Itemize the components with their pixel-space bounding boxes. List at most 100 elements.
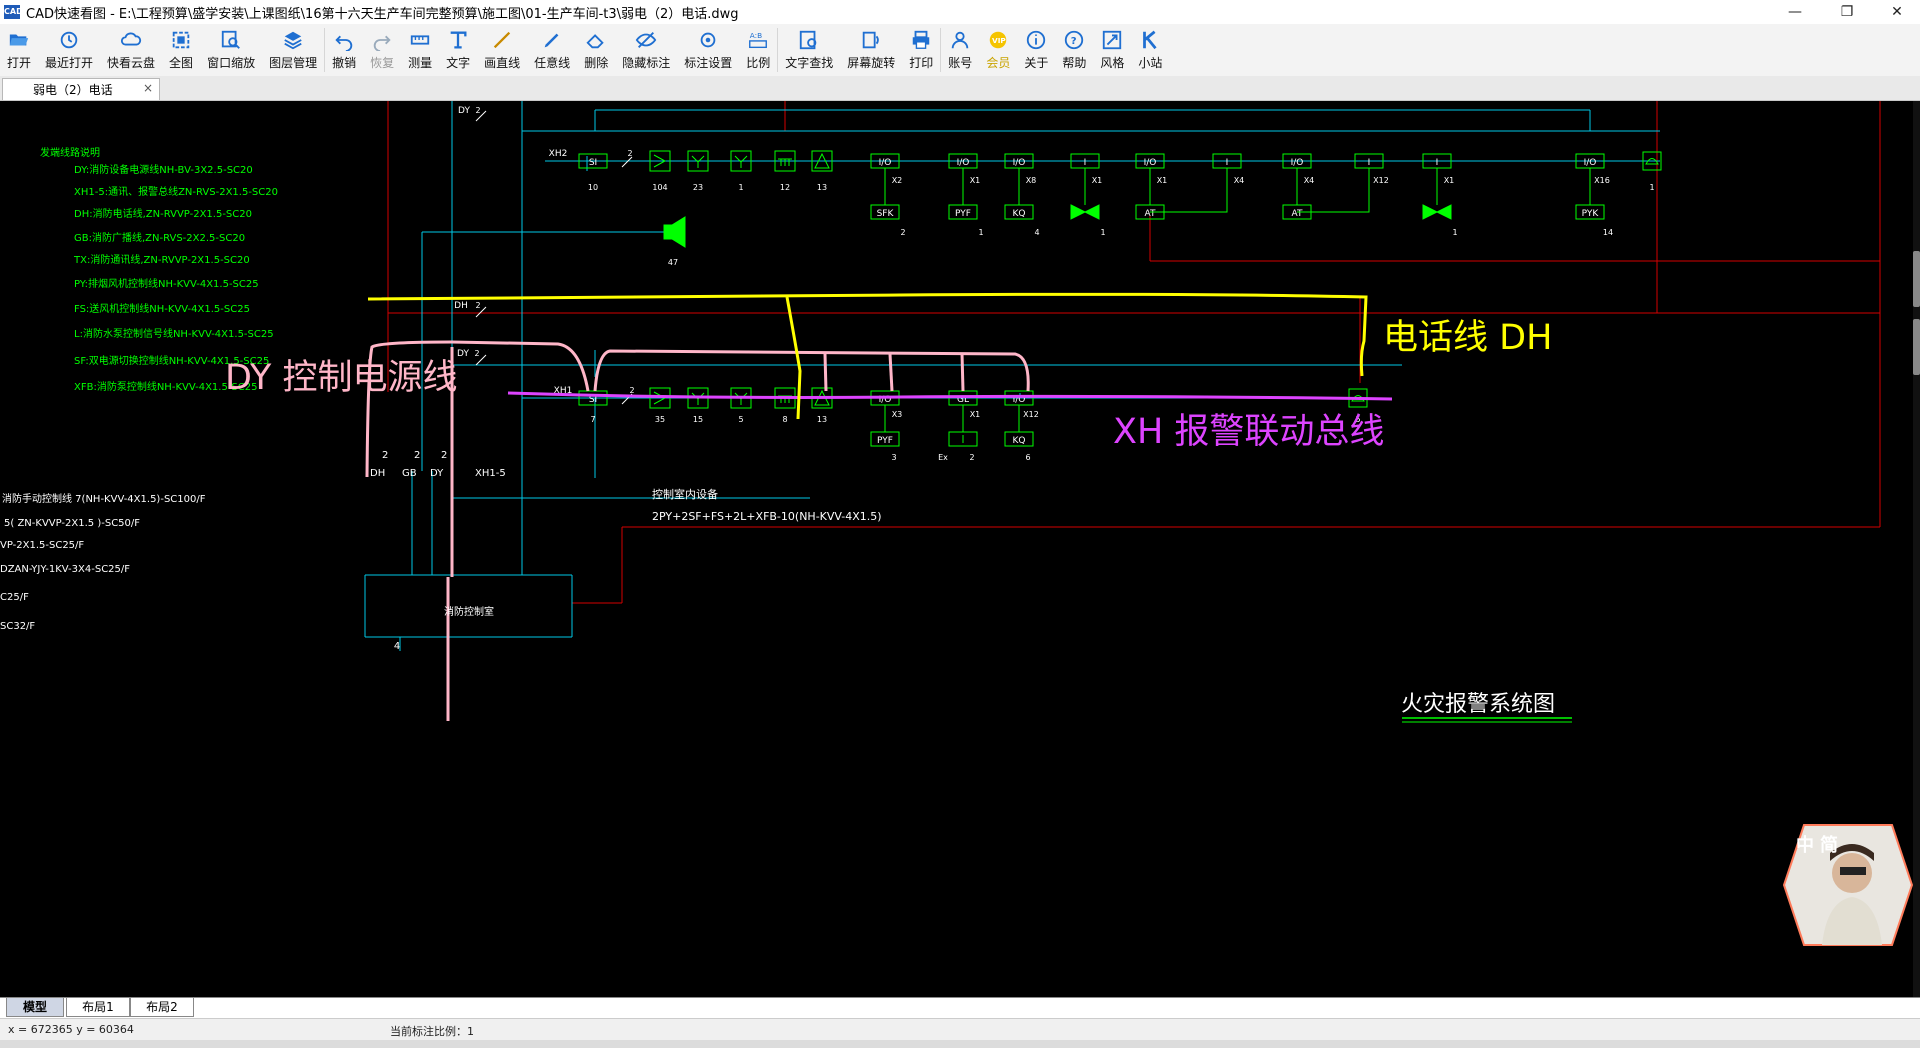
device-code: X1 bbox=[970, 176, 981, 185]
device-count: 13 bbox=[817, 415, 827, 424]
dh-annotation: 电话线 DH bbox=[1383, 318, 1552, 358]
toolbar-button-scale[interactable]: A:B 比例 bbox=[739, 24, 777, 76]
toolbar-label: 标注设置 bbox=[684, 56, 733, 70]
layout-tab[interactable]: 布局1 bbox=[66, 998, 130, 1017]
document-tab[interactable]: 弱电（2）电话 × bbox=[2, 78, 160, 100]
toolbar-button-redo[interactable]: 恢复 bbox=[363, 24, 401, 76]
toolbar-label: 风格 bbox=[1100, 56, 1125, 70]
undo-icon bbox=[335, 35, 353, 51]
device-count: 14 bbox=[1603, 228, 1613, 237]
toolbar-label: 账号 bbox=[948, 56, 973, 70]
coordinates-readout: x = 672365 y = 60364 bbox=[8, 1023, 134, 1036]
toolbar-button-print[interactable]: 打印 bbox=[902, 24, 940, 76]
device-box bbox=[1422, 204, 1452, 220]
svg-text:I: I bbox=[1436, 158, 1439, 168]
dy-annotation: DY 控制电源线 bbox=[225, 358, 458, 398]
toolbar-button-history[interactable]: 最近打开 bbox=[38, 24, 100, 76]
control-box-num: 4 bbox=[394, 641, 400, 652]
toolbar-label: 图层管理 bbox=[269, 56, 318, 70]
bottom-dy-label: DY bbox=[457, 349, 469, 359]
device-count: 1 bbox=[738, 183, 743, 192]
avatar-text-2: 简 bbox=[1820, 834, 1838, 856]
legend-line: DY:消防设备电源线NH-BV-3X2.5-SC20 bbox=[74, 163, 253, 176]
markup-strokes bbox=[365, 292, 1393, 721]
svg-text:A:B: A:B bbox=[750, 31, 762, 40]
toolbar-button-eye-hide[interactable]: 隐藏标注 bbox=[615, 24, 677, 76]
mid-cable: 2PY+2SF+FS+2L+XFB-10(NH-KVV-4X1.5) bbox=[652, 510, 882, 523]
toolbar-button-folder-open[interactable]: 打开 bbox=[0, 24, 38, 76]
device-code: X1 bbox=[1157, 176, 1168, 185]
riser-xh-label: XH1-5 bbox=[475, 468, 506, 479]
legend-line: DH:消防电话线,ZN-RVVP-2X1.5-SC20 bbox=[74, 207, 252, 220]
scrollbar-thumb-2[interactable] bbox=[1913, 319, 1920, 375]
toolbar-label: 任意线 bbox=[534, 56, 571, 70]
info-icon bbox=[1027, 30, 1046, 50]
toolbar-button-style[interactable]: 风格 bbox=[1093, 24, 1131, 76]
document-tab-label: 弱电（2）电话 bbox=[33, 83, 113, 97]
left-note: C25/F bbox=[0, 592, 29, 603]
legend-title: 发端线路说明 bbox=[40, 146, 100, 159]
restore-button[interactable]: ❐ bbox=[1824, 0, 1870, 24]
vertical-scrollbar[interactable] bbox=[1913, 101, 1920, 997]
minimize-button[interactable]: — bbox=[1772, 0, 1818, 24]
toolbar-button-vip[interactable]: VIP 会员 bbox=[979, 24, 1017, 76]
top-bus-count: 2 bbox=[627, 149, 632, 158]
top-bus-label: XH2 bbox=[549, 149, 568, 159]
avatar[interactable]: 中 简 bbox=[1782, 823, 1914, 947]
device-count: 23 bbox=[693, 183, 703, 192]
toolbar-button-line[interactable]: 画直线 bbox=[477, 24, 527, 76]
toolbar-button-eraser[interactable]: 删除 bbox=[577, 24, 615, 76]
device-box: PYK bbox=[1575, 204, 1605, 220]
toolbar-label: 屏幕旋转 bbox=[847, 56, 896, 70]
toolbar-button-text-search[interactable]: 文字查找 bbox=[778, 24, 840, 76]
layout-tab[interactable]: 布局2 bbox=[130, 998, 194, 1017]
toolbar-button-cloud[interactable]: 快看云盘 bbox=[100, 24, 162, 76]
device-count: 8 bbox=[782, 415, 787, 424]
redo-icon bbox=[373, 35, 391, 51]
toolbar-button-annotation-settings[interactable]: 标注设置 bbox=[677, 24, 739, 76]
toolbar-label: 全图 bbox=[169, 56, 194, 70]
history-icon bbox=[60, 31, 78, 49]
top-dy-label: DY bbox=[458, 106, 470, 116]
drawing-canvas[interactable]: XH2 DY 2 2 SI 10 104 23 1 12 13 I/O X2 SFK 2 I/O X1 PYF 1 I… bbox=[0, 101, 1920, 997]
toolbar-button-help[interactable]: ? 帮助 bbox=[1055, 24, 1093, 76]
toolbar-label: 比例 bbox=[746, 56, 771, 70]
riser-count-3: 2 bbox=[441, 450, 447, 461]
device-count: 1 bbox=[1100, 228, 1105, 237]
cad-drawing: XH2DY 22SI10 104 23 1 12 13I/OX2SFK2I/OX1PYF1I… bbox=[0, 101, 1881, 723]
scale-readout: 当前标注比例：1 bbox=[390, 1025, 474, 1038]
vip-icon: VIP bbox=[990, 31, 1007, 49]
left-note: 消防手动控制线 7(NH-KVV-4X1.5)-SC100/F bbox=[2, 492, 206, 505]
toolbar-button-rotate-screen[interactable]: 屏幕旋转 bbox=[840, 24, 902, 76]
left-note: VP-2X1.5-SC25/F bbox=[0, 540, 84, 551]
layout-tab[interactable]: 模型 bbox=[6, 998, 64, 1017]
device-count: 15 bbox=[693, 415, 703, 424]
device-count: 5 bbox=[738, 415, 743, 424]
toolbar-label: 撤销 bbox=[332, 56, 357, 70]
toolbar-button-fit-all[interactable]: 全图 bbox=[162, 24, 200, 76]
close-window-button[interactable]: ✕ bbox=[1874, 0, 1920, 24]
fit-all-icon bbox=[172, 31, 190, 49]
scrollbar-thumb[interactable] bbox=[1913, 251, 1920, 307]
bottom-dh-count: 2 bbox=[475, 301, 480, 310]
document-tab-close-icon[interactable]: × bbox=[143, 81, 153, 95]
toolbar-button-info[interactable]: 关于 bbox=[1017, 24, 1055, 76]
toolbar-button-zoom-window[interactable]: 窗口缩放 bbox=[200, 24, 262, 76]
window-title: CAD快速看图 - E:\工程预算\盛学安装\上课图纸\16第十六天生产车间完整… bbox=[26, 6, 739, 22]
device-count: 10 bbox=[588, 183, 598, 192]
toolbar-button-text[interactable]: 文字 bbox=[439, 24, 477, 76]
toolbar-button-layers[interactable]: 图层管理 bbox=[262, 24, 324, 76]
device-symbols: XH2DY 22SI10 104 23 1 12 13I/OX2SFK2I/OX1PYF1I… bbox=[454, 106, 1662, 462]
toolbar-label: 帮助 bbox=[1062, 56, 1087, 70]
top-dy-count: 2 bbox=[475, 106, 480, 115]
account-icon bbox=[952, 31, 969, 49]
toolbar-button-measure[interactable]: 测量 bbox=[401, 24, 439, 76]
toolbar-label: 小站 bbox=[1138, 56, 1163, 70]
toolbar-button-undo[interactable]: 撤销 bbox=[325, 24, 363, 76]
toolbar-button-station[interactable]: 小站 bbox=[1131, 24, 1169, 76]
drawing-text: SFK bbox=[877, 209, 895, 219]
toolbar-button-pen[interactable]: 任意线 bbox=[527, 24, 577, 76]
toolbar-label: 关于 bbox=[1024, 56, 1049, 70]
device-box: SFK bbox=[870, 204, 900, 220]
toolbar-button-account[interactable]: 账号 bbox=[941, 24, 979, 76]
